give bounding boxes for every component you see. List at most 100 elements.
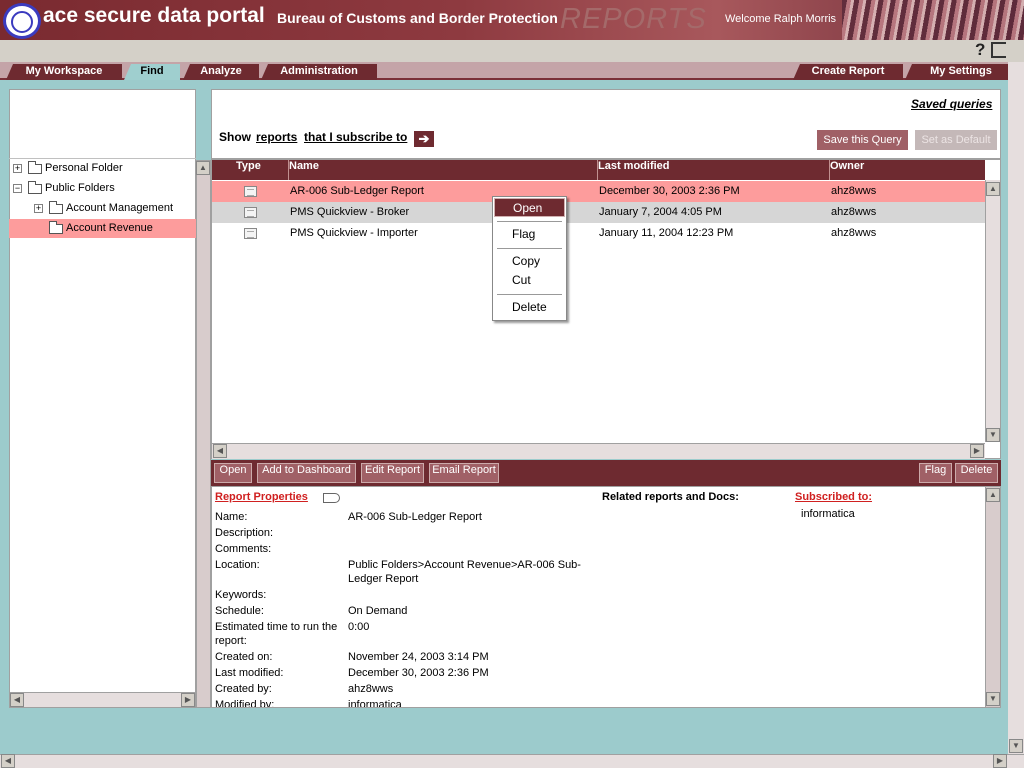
property-label: report: (215, 635, 247, 647)
report-icon (244, 228, 257, 239)
column-name[interactable]: Name (289, 160, 319, 180)
property-label: Last modified: (215, 667, 284, 679)
menu-separator (497, 221, 562, 222)
delete-button[interactable]: Delete (955, 463, 998, 483)
open-button[interactable]: Open (214, 463, 252, 483)
report-name[interactable]: AR-006 Sub-Ledger Report (290, 181, 424, 202)
scroll-left-icon[interactable]: ◀ (1, 754, 15, 768)
tab-my-settings[interactable]: My Settings (905, 64, 1017, 80)
tree-item-account-revenue[interactable]: Account Revenue (66, 219, 153, 237)
report-icon (244, 186, 257, 197)
property-value: 0:00 (348, 621, 370, 633)
property-value: Public Folders>Account Revenue>AR-006 Su… (348, 559, 581, 571)
scroll-right-icon[interactable]: ▶ (970, 444, 984, 458)
tab-administration[interactable]: Administration (261, 64, 377, 80)
set-default-button[interactable]: Set as Default (915, 130, 997, 150)
table-horizontal-scrollbar[interactable] (212, 443, 985, 459)
scroll-down-icon[interactable]: ▼ (986, 428, 1000, 442)
property-value: November 24, 2003 3:14 PM (348, 651, 489, 663)
subscribed-to-value: informatica (801, 508, 855, 520)
window-horizontal-scrollbar[interactable] (0, 754, 1024, 768)
section-title: REPORTS (560, 3, 707, 35)
open-folder-icon (49, 221, 63, 234)
scroll-down-icon[interactable]: ▼ (986, 692, 1000, 706)
report-owner: ahz8wws (831, 206, 877, 218)
report-icon (244, 207, 257, 218)
menu-item-cut[interactable]: Cut (494, 271, 565, 290)
globe-icon (11, 11, 33, 33)
folder-icon (28, 161, 42, 174)
tree-item-public-folders[interactable]: Public Folders (45, 179, 115, 197)
menu-item-delete[interactable]: Delete (494, 298, 565, 317)
property-value: informatica (348, 699, 402, 707)
open-folder-icon (28, 181, 42, 194)
pin-icon[interactable] (323, 493, 340, 503)
property-label: Created on: (215, 651, 273, 663)
flag-decoration (842, 0, 1024, 40)
scroll-left-icon[interactable]: ◀ (213, 444, 227, 458)
menu-item-flag[interactable]: Flag (494, 225, 565, 244)
column-last-modified[interactable]: Last modified (598, 160, 670, 180)
property-label: Description: (215, 527, 274, 539)
property-label: Estimated time to run the (215, 621, 338, 633)
tree-vertical-scrollbar[interactable] (196, 160, 211, 708)
tab-my-workspace[interactable]: My Workspace (6, 64, 122, 80)
scroll-left-icon[interactable]: ◀ (10, 693, 24, 707)
reports-filter-dropdown[interactable]: reports (256, 130, 297, 144)
property-value: AR-006 Sub-Ledger Report (348, 511, 482, 523)
report-name[interactable]: PMS Quickview - Broker (290, 202, 409, 223)
window-vertical-scrollbar[interactable] (1008, 62, 1024, 754)
menu-item-open[interactable]: Open (494, 198, 565, 217)
menu-item-copy[interactable]: Copy (494, 252, 565, 271)
column-owner[interactable]: Owner (830, 160, 864, 180)
properties-vertical-scrollbar[interactable] (985, 487, 1000, 707)
subscription-filter-dropdown[interactable]: that I subscribe to (304, 130, 407, 144)
scroll-down-icon[interactable]: ▼ (1009, 739, 1023, 753)
tree-item-personal-folder[interactable]: Personal Folder (45, 159, 123, 177)
column-type[interactable]: Type (236, 160, 261, 180)
expand-icon[interactable]: + (13, 164, 22, 173)
subscribed-to-title[interactable]: Subscribed to: (795, 491, 872, 503)
tab-find[interactable]: Find (124, 64, 180, 80)
folder-icon (49, 201, 63, 214)
tab-create-report[interactable]: Create Report (793, 64, 903, 80)
table-vertical-scrollbar[interactable] (985, 180, 1000, 442)
ace-logo (3, 3, 41, 39)
tree-item-account-management[interactable]: Account Management (66, 199, 173, 217)
report-modified: December 30, 2003 2:36 PM (599, 185, 740, 197)
toolbar-strip (0, 40, 1024, 62)
brand-title: ace secure data portal (43, 4, 265, 27)
report-modified: January 7, 2004 4:05 PM (599, 206, 722, 218)
scroll-right-icon[interactable]: ▶ (181, 693, 195, 707)
save-query-button[interactable]: Save this Query (817, 130, 908, 150)
help-icon[interactable]: ? (975, 41, 989, 59)
collapse-icon[interactable]: − (13, 184, 22, 193)
report-name[interactable]: PMS Quickview - Importer (290, 223, 418, 244)
tree-horizontal-scrollbar[interactable] (9, 692, 196, 708)
go-arrow-icon[interactable]: ➔ (414, 131, 434, 147)
logout-icon[interactable] (991, 42, 1006, 58)
flag-button[interactable]: Flag (919, 463, 952, 483)
menu-separator (497, 294, 562, 295)
menu-separator (497, 248, 562, 249)
add-to-dashboard-button[interactable]: Add to Dashboard (257, 463, 356, 483)
report-owner: ahz8wws (831, 227, 877, 239)
scroll-right-icon[interactable]: ▶ (993, 754, 1007, 768)
report-properties-title[interactable]: Report Properties (215, 491, 308, 503)
property-label: Schedule: (215, 605, 264, 617)
property-label: Location: (215, 559, 260, 571)
show-label: Show (219, 130, 251, 144)
saved-queries-link[interactable]: Saved queries (911, 97, 992, 111)
property-label: Name: (215, 511, 248, 523)
property-label: Created by: (215, 683, 272, 695)
scroll-up-icon[interactable]: ▲ (986, 488, 1000, 502)
tab-analyze[interactable]: Analyze (183, 64, 259, 80)
email-report-button[interactable]: Email Report (429, 463, 499, 483)
property-label: Comments: (215, 543, 272, 555)
report-owner: ahz8wws (831, 185, 877, 197)
expand-icon[interactable]: + (34, 204, 43, 213)
scroll-up-icon[interactable]: ▲ (196, 161, 210, 175)
report-modified: January 11, 2004 12:23 PM (599, 227, 734, 239)
scroll-up-icon[interactable]: ▲ (986, 182, 1000, 196)
edit-report-button[interactable]: Edit Report (361, 463, 424, 483)
